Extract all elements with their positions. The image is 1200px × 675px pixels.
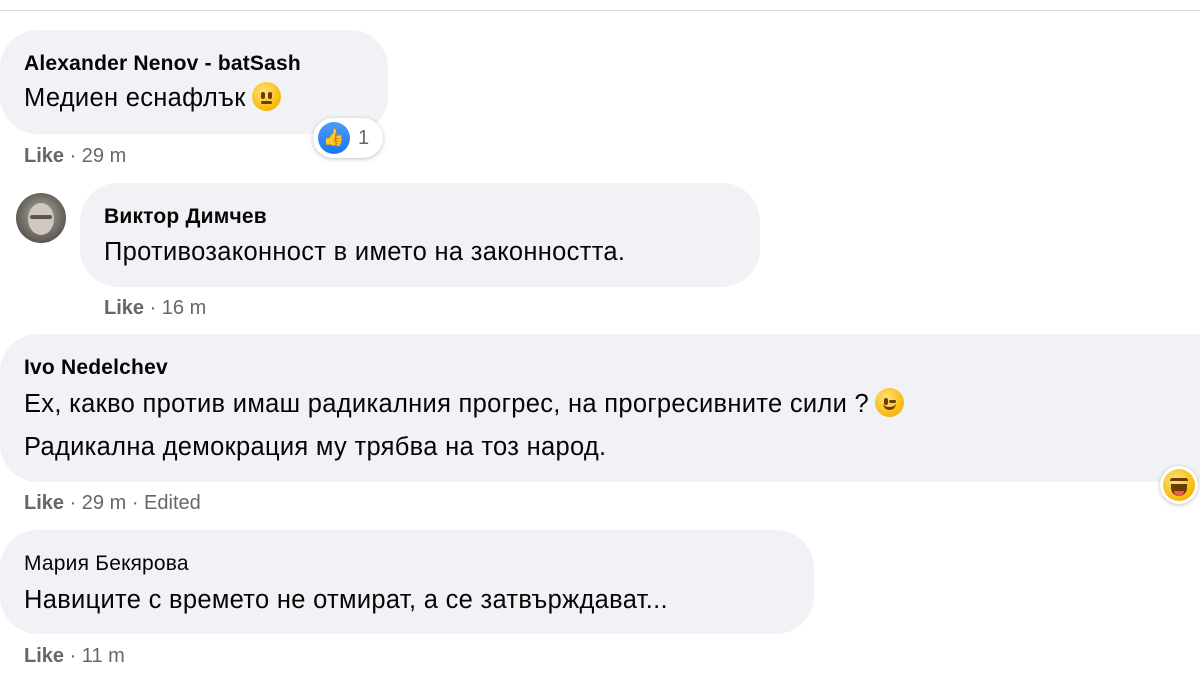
top-divider <box>0 10 1200 11</box>
comment-meta-2: Like · 16 m <box>104 297 206 320</box>
comment-author-3[interactable]: Ivo Nedelchev <box>24 356 168 380</box>
comment-bubble-4 <box>0 530 814 634</box>
like-link[interactable]: Like <box>104 297 144 319</box>
comment-meta-1: Like · 29 m <box>24 145 126 168</box>
comment-bubble-2 <box>80 183 760 287</box>
neutral-face-icon <box>251 81 281 111</box>
comment-text-1: Медиен еснафлък <box>24 81 281 114</box>
like-link[interactable]: Like <box>24 492 64 514</box>
comment-timestamp[interactable]: · 29 m <box>70 145 127 167</box>
reaction-count: 1 <box>358 127 370 149</box>
comment-author-4[interactable]: Мария Бекярова <box>24 552 189 576</box>
comment-text-4: Навиците с времето не отмират, а се затв… <box>24 586 668 614</box>
comment-author-1[interactable]: Alexander Nenov - batSash <box>24 52 301 76</box>
winking-face-icon <box>875 387 905 417</box>
comment-text-2: Противозаконност в името на законността. <box>104 238 626 266</box>
comment-text-3-line1: Ех, какво против имаш радикалния прогрес… <box>24 387 905 420</box>
comment-meta-3: Like · 29 m · Edited <box>24 492 201 515</box>
comment-text-1-content: Медиен еснафлък <box>24 84 246 112</box>
comment-meta-4: Like · 11 m <box>24 645 125 668</box>
like-link[interactable]: Like <box>24 645 64 667</box>
avatar[interactable] <box>16 193 66 243</box>
comment-text-3-content: Ех, какво против имаш радикалния прогрес… <box>24 390 870 418</box>
comment-timestamp[interactable]: · 16 m <box>150 297 207 319</box>
like-reaction-icon: 👍 <box>318 122 350 154</box>
comment-timestamp[interactable]: · 11 m <box>70 645 125 667</box>
comment-author-2[interactable]: Виктор Димчев <box>104 205 267 229</box>
like-link[interactable]: Like <box>24 145 64 167</box>
haha-reaction-icon[interactable] <box>1160 466 1198 504</box>
comment-timestamp[interactable]: · 29 m · Edited <box>70 492 201 514</box>
comment-text-3-line2: Радикална демокрация му трябва на тоз на… <box>24 433 607 461</box>
reaction-summary-1[interactable]: 👍 1 <box>313 118 383 158</box>
